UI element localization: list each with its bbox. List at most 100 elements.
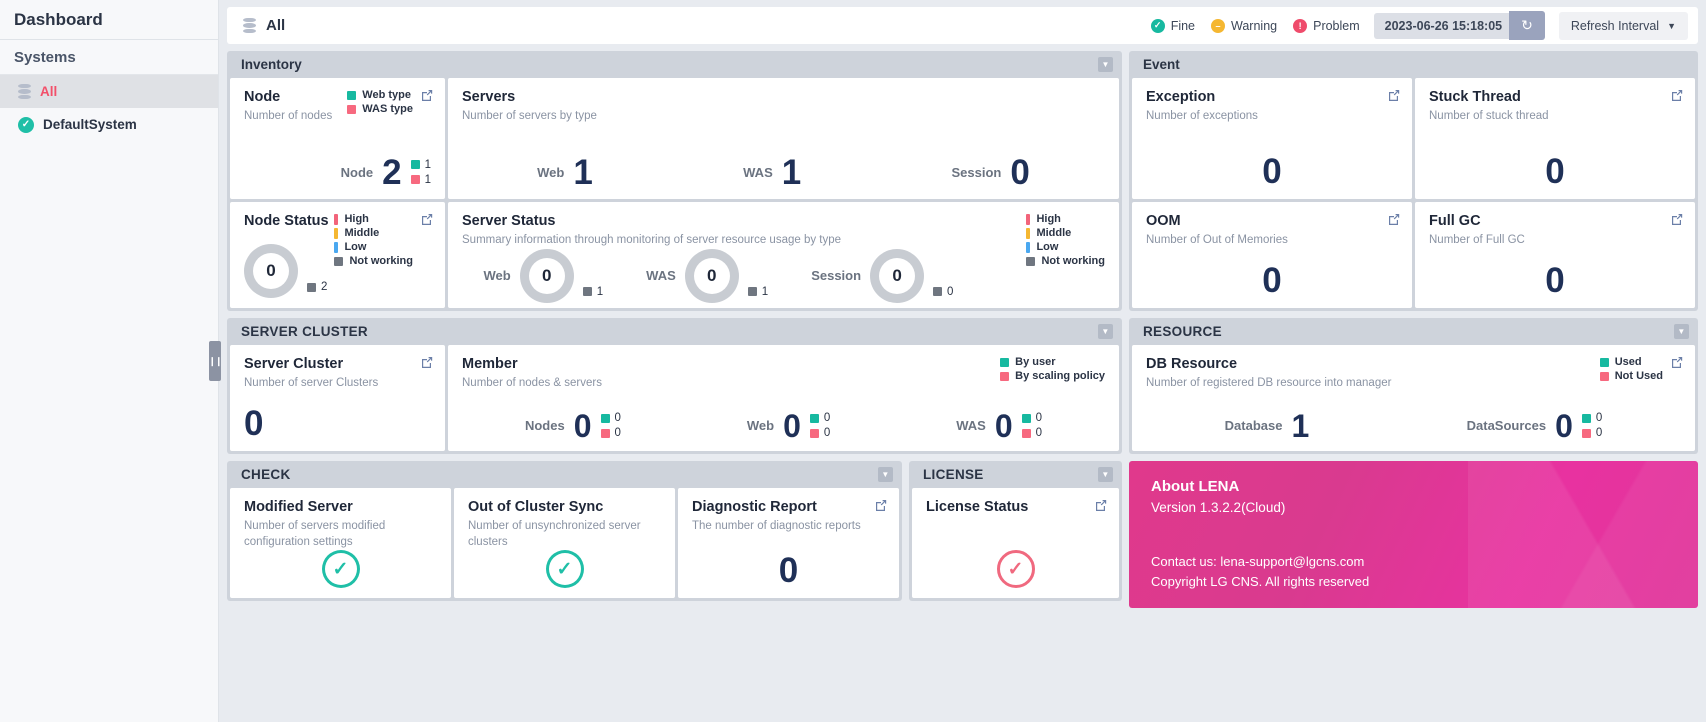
gauge-session-label: Session (811, 268, 862, 284)
metric-was: WAS 1 (743, 155, 801, 190)
count-value: 0 (614, 427, 621, 440)
card-diagnostic-report-title: Diagnostic Report (692, 499, 817, 515)
metric-datasources-value: 0 (1555, 407, 1573, 444)
card-servers-title: Servers (462, 89, 516, 105)
external-link-icon[interactable] (420, 355, 433, 368)
right-column: Event Exception Number of exceptions 0 S… (1129, 51, 1698, 608)
card-diagnostic-report[interactable]: Diagnostic Report The number of diagnost… (678, 488, 899, 598)
gauge-web-label: Web (483, 268, 511, 284)
card-server-status[interactable]: High Middle Low Not working Server Statu… (448, 202, 1119, 308)
dashboard-grid: Inventory ▼ Web type WAS type Node Numbe… (227, 51, 1698, 608)
donut-value: 0 (253, 253, 289, 289)
count-value: 0 (823, 427, 831, 440)
card-out-of-cluster-sync[interactable]: Out of Cluster Sync Number of unsynchron… (454, 488, 675, 598)
card-modified-server-title: Modified Server (244, 499, 353, 515)
sidebar-item-defaultsystem-label: DefaultSystem (43, 117, 137, 132)
card-license-status[interactable]: License Status ✓ (912, 488, 1119, 598)
database-icon (243, 18, 256, 33)
panel-resource: RESOURCE ▼ Used Not Used DB Resource Num… (1129, 318, 1698, 454)
legend-swatch (1026, 241, 1031, 253)
legend-middle: Middle (334, 227, 413, 239)
external-link-icon[interactable] (1387, 88, 1400, 101)
card-db-resource[interactable]: Used Not Used DB Resource Number of regi… (1132, 345, 1695, 451)
card-full-gc[interactable]: Full GC Number of Full GC 0 (1415, 202, 1695, 308)
legend-swatch (1000, 371, 1010, 381)
panel-inventory-body: Web type WAS type Node Number of nodes N… (227, 78, 1122, 202)
metric-nodes: Nodes 0 0 0 (524, 407, 621, 444)
external-link-icon[interactable] (420, 212, 433, 225)
topbar-title-label: All (266, 17, 286, 34)
legend-label: High (344, 213, 369, 225)
card-server-cluster-value: 0 (244, 404, 264, 443)
external-link-icon[interactable] (420, 88, 433, 101)
metric-was-label: WAS (743, 164, 773, 180)
card-oom-sub: Number of Out of Memories (1146, 234, 1288, 246)
legend-middle: Middle (1026, 227, 1105, 239)
metric-node-count-web: 1 (410, 159, 431, 171)
sidebar-item-defaultsystem[interactable]: ✓ DefaultSystem (0, 108, 218, 141)
sidebar-collapse-handle[interactable]: ❙❙ (208, 341, 223, 381)
card-member[interactable]: By user By scaling policy Member Number … (448, 345, 1119, 451)
node-status-count: 2 (307, 281, 327, 293)
card-stuck-thread[interactable]: Stuck Thread Number of stuck thread 0 (1415, 78, 1695, 199)
panel-collapse-icon[interactable]: ▼ (1098, 467, 1113, 482)
legend-label: Low (344, 241, 367, 253)
metric-nodes-label: Nodes (524, 418, 565, 434)
metric-node-value: 2 (382, 152, 402, 192)
external-link-icon[interactable] (874, 498, 887, 511)
count-swatch (933, 287, 943, 297)
panel-collapse-icon[interactable]: ▼ (878, 467, 893, 482)
gauge-was-count: 1 (747, 286, 768, 298)
count-swatch (809, 428, 819, 438)
count-swatch (747, 287, 757, 297)
external-link-icon[interactable] (1670, 212, 1683, 225)
count-value: 1 (424, 173, 431, 186)
external-link-icon[interactable] (1387, 212, 1400, 225)
refresh-interval-dropdown[interactable]: Refresh Interval ▼ (1558, 11, 1688, 40)
card-node[interactable]: Web type WAS type Node Number of nodes N… (230, 78, 445, 199)
external-link-icon[interactable] (1670, 88, 1683, 101)
count-value: 0 (614, 412, 621, 425)
sidebar-item-all-label: All (40, 84, 58, 99)
gauge-session-count: 0 (933, 286, 953, 298)
panel-collapse-icon[interactable]: ▼ (1674, 324, 1689, 339)
legend-swatch (1000, 357, 1010, 367)
panel-collapse-icon[interactable]: ▼ (1098, 57, 1113, 72)
count-swatch (1021, 428, 1031, 438)
donut-value: 0 (879, 257, 916, 294)
panel-collapse-icon[interactable]: ▼ (1098, 324, 1113, 339)
left-column: Inventory ▼ Web type WAS type Node Numbe… (227, 51, 1122, 608)
external-link-icon[interactable] (1670, 355, 1683, 368)
legend-swatch (1026, 227, 1031, 239)
refresh-button[interactable]: ↻ (1509, 11, 1545, 40)
legend-used: Used (1599, 356, 1663, 368)
card-oom[interactable]: OOM Number of Out of Memories 0 (1132, 202, 1412, 308)
sidebar-item-all[interactable]: All (0, 75, 218, 108)
legend-swatch (347, 90, 357, 100)
panel-server-cluster-title: SERVER CLUSTER (241, 324, 368, 339)
sidebar: Dashboard Systems All ✓ DefaultSystem (0, 0, 219, 722)
check-red-icon: ✓ (996, 550, 1035, 588)
metric-nodes-value: 0 (573, 407, 592, 444)
metric-member-was: WAS 0 0 0 (956, 409, 1042, 441)
card-servers[interactable]: Servers Number of servers by type Web 1 … (448, 78, 1119, 199)
donut-chart: 0 (684, 248, 739, 303)
check-ok-icon: ✓ (545, 550, 584, 588)
card-server-cluster[interactable]: Server Cluster Number of server Clusters… (230, 345, 445, 451)
about-lena-copyright: Copyright LG CNS. All rights reserved (1151, 573, 1370, 589)
donut-chart: 0 (244, 244, 298, 298)
card-exception[interactable]: Exception Number of exceptions 0 (1132, 78, 1412, 199)
legend-not-used: Not Used (1599, 370, 1663, 382)
count-swatch (1581, 428, 1591, 438)
card-modified-server[interactable]: Modified Server Number of servers modifi… (230, 488, 451, 598)
card-diagnostic-report-value: 0 (778, 551, 799, 590)
about-lena-version: Version 1.3.2.2(Cloud) (1151, 500, 1286, 515)
card-node-status[interactable]: High Middle Low Not working Node Status … (230, 202, 445, 308)
metric-web-value: 1 (573, 152, 593, 192)
database-icon (18, 84, 31, 99)
metric-web: Web 1 (537, 152, 593, 192)
donut-value: 0 (693, 257, 730, 294)
card-license-status-title: License Status (926, 499, 1029, 515)
external-link-icon[interactable] (1094, 498, 1107, 511)
topbar: All ✓ Fine – Warning ! Problem 2023-06-2… (227, 7, 1698, 44)
